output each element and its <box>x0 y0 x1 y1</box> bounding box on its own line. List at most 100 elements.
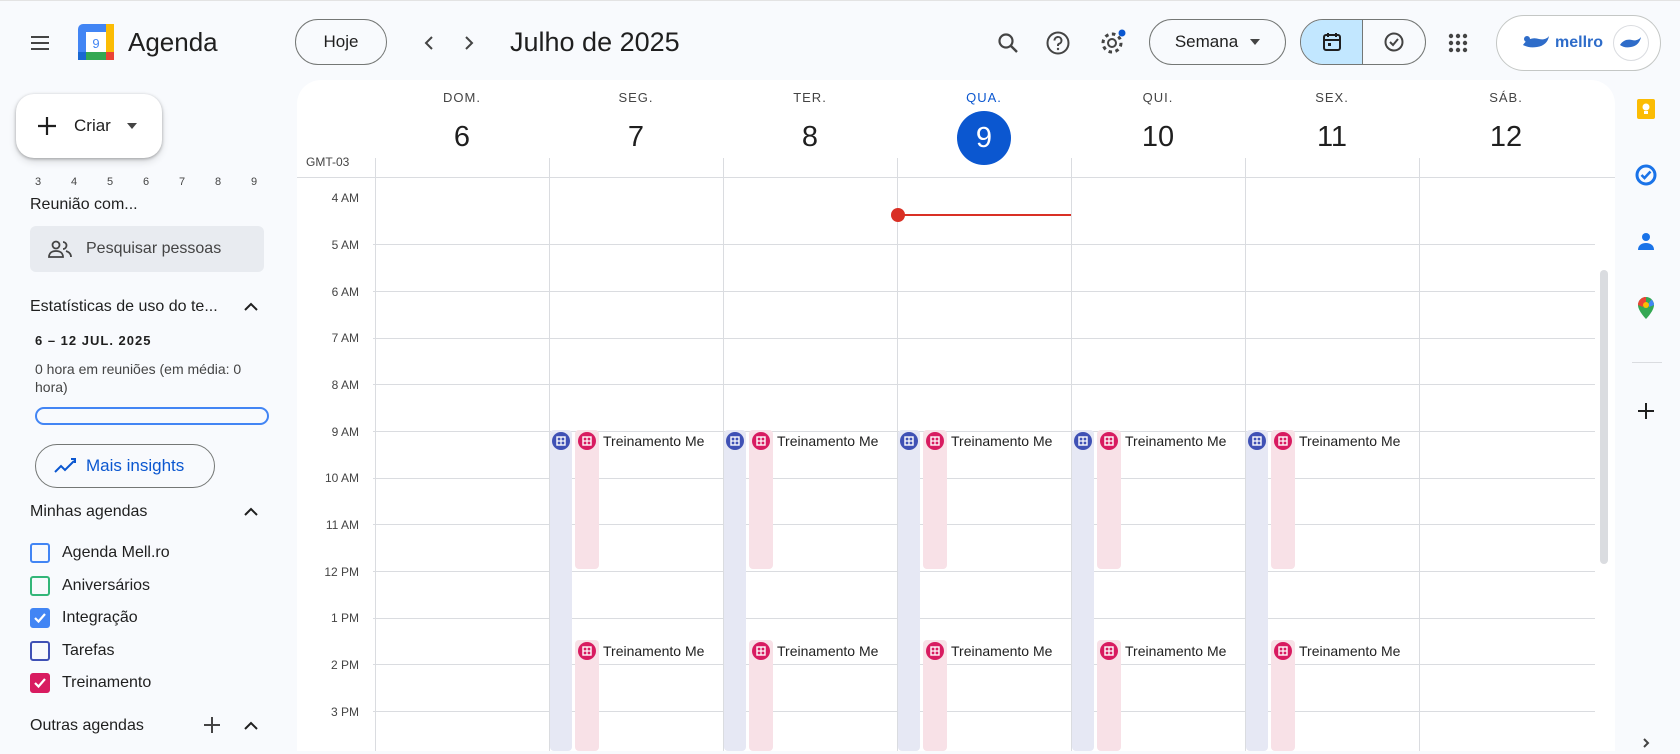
calendar-view-button[interactable] <box>1301 20 1363 64</box>
day-header-fri[interactable]: SEX. 11 <box>1245 90 1419 163</box>
hour-label: 12 PM <box>324 565 359 579</box>
calendar-item-aniversarios[interactable]: Aniversários <box>30 576 150 596</box>
calendar-item-treinamento[interactable]: Treinamento <box>30 673 151 693</box>
settings-gear-icon[interactable] <box>1090 21 1134 65</box>
chevron-right-icon[interactable] <box>446 21 490 65</box>
checkbox[interactable] <box>30 608 50 628</box>
day-number[interactable]: 6 <box>375 111 549 163</box>
day-header-wed[interactable]: QUA. 9 <box>897 90 1071 165</box>
event-title[interactable]: Treinamento Me <box>777 433 885 449</box>
day-header-thu[interactable]: QUI. 10 <box>1071 90 1245 163</box>
event-title[interactable]: Treinamento Me <box>1299 643 1407 659</box>
stats-text: 0 hora em reuniões (em média: 0 hora) <box>35 361 242 395</box>
mini-calendar-day[interactable]: 8 <box>200 176 236 188</box>
event-title[interactable]: Treinamento Me <box>951 643 1059 659</box>
add-calendar-plus-icon[interactable] <box>201 714 223 741</box>
mini-calendar-day[interactable]: 4 <box>56 176 92 188</box>
day-header-sun[interactable]: DOM. 6 <box>375 90 549 163</box>
people-icon <box>48 240 72 258</box>
tasks-icon[interactable] <box>1635 164 1657 191</box>
day-number[interactable]: 11 <box>1245 111 1419 163</box>
day-number-today[interactable]: 9 <box>957 111 1011 165</box>
chevron-up-icon[interactable] <box>240 715 262 742</box>
mini-calendar-day[interactable]: 9 <box>236 176 272 188</box>
mini-calendar-day[interactable]: 3 <box>20 176 56 188</box>
maps-icon[interactable] <box>1635 296 1657 325</box>
day-number[interactable]: 10 <box>1071 111 1245 163</box>
day-number[interactable]: 12 <box>1419 111 1593 163</box>
account-brand-label: mellro <box>1555 34 1604 51</box>
hour-label: 5 AM <box>331 238 359 252</box>
integration-event-block[interactable] <box>898 430 920 751</box>
training-event-block[interactable] <box>749 430 773 569</box>
training-event-block[interactable] <box>1097 430 1121 569</box>
hour-label: 10 AM <box>324 471 359 485</box>
hour-line <box>373 291 1595 292</box>
event-title[interactable]: Treinamento Me <box>951 433 1059 449</box>
event-title[interactable]: Treinamento Me <box>1125 643 1233 659</box>
view-selector[interactable]: Semana <box>1149 19 1286 65</box>
scrollbar[interactable] <box>1600 270 1608 564</box>
chevron-up-icon[interactable] <box>240 296 262 323</box>
checkbox[interactable] <box>30 543 50 563</box>
search-people-input[interactable]: Pesquisar pessoas <box>30 226 264 272</box>
today-button[interactable]: Hoje <box>295 19 387 65</box>
day-header-tue[interactable]: TER. 8 <box>723 90 897 163</box>
integration-event-icon <box>726 432 744 450</box>
calendar-item-integracao[interactable]: Integração <box>30 608 138 628</box>
keep-icon[interactable] <box>1635 98 1657 125</box>
day-number[interactable]: 7 <box>549 111 723 163</box>
expand-panel-chevron-icon[interactable] <box>1640 736 1652 754</box>
training-event-icon <box>578 642 596 660</box>
mini-calendar-day[interactable]: 7 <box>164 176 200 188</box>
hour-label: 8 AM <box>331 378 359 392</box>
more-insights-button[interactable]: Mais insights <box>35 444 215 488</box>
checkbox[interactable] <box>30 641 50 661</box>
contacts-icon[interactable] <box>1635 230 1657 257</box>
calendar-item-agenda-mellro[interactable]: Agenda Mell.ro <box>30 543 170 563</box>
integration-event-block[interactable] <box>1246 430 1268 751</box>
day-header-sat[interactable]: SÁB. 12 <box>1419 90 1593 163</box>
mini-calendar-day[interactable]: 5 <box>92 176 128 188</box>
integration-event-block[interactable] <box>724 430 746 751</box>
stats-title: Estatísticas de uso do te... <box>30 298 218 315</box>
hour-label: 11 AM <box>325 518 359 532</box>
calendar-item-tarefas[interactable]: Tarefas <box>30 641 114 661</box>
event-title[interactable]: Treinamento Me <box>777 643 885 659</box>
integration-event-icon <box>552 432 570 450</box>
apps-grid-icon[interactable] <box>1436 21 1480 65</box>
event-title[interactable]: Treinamento Me <box>603 643 711 659</box>
day-header-mon[interactable]: SEG. 7 <box>549 90 723 163</box>
event-title[interactable]: Treinamento Me <box>1299 433 1407 449</box>
checkbox[interactable] <box>30 576 50 596</box>
event-title[interactable]: Treinamento Me <box>603 433 711 449</box>
chevron-up-icon[interactable] <box>240 501 262 528</box>
help-icon[interactable] <box>1036 21 1080 65</box>
create-button[interactable]: Criar <box>16 94 162 158</box>
training-event-icon <box>1274 432 1292 450</box>
avatar-logo-icon <box>1620 37 1642 48</box>
training-event-icon <box>578 432 596 450</box>
training-event-block[interactable] <box>575 430 599 569</box>
training-event-block[interactable] <box>1271 430 1295 569</box>
account-button[interactable]: mellro <box>1496 15 1661 71</box>
day-column-divider <box>375 158 376 751</box>
add-addon-plus-icon[interactable] <box>1635 400 1657 427</box>
search-icon[interactable] <box>986 21 1030 65</box>
training-event-block[interactable] <box>923 430 947 569</box>
integration-event-block[interactable] <box>550 430 572 751</box>
tasks-view-button[interactable] <box>1363 20 1425 64</box>
event-title[interactable]: Treinamento Me <box>1125 433 1233 449</box>
training-event-icon <box>926 432 944 450</box>
timezone-label: GMT-03 <box>306 155 350 169</box>
training-event-icon <box>926 642 944 660</box>
checkbox[interactable] <box>30 673 50 693</box>
hour-label: 6 AM <box>331 285 359 299</box>
hour-label: 9 AM <box>331 425 359 439</box>
integration-event-icon <box>900 432 918 450</box>
mini-calendar-day[interactable]: 6 <box>128 176 164 188</box>
main-menu-icon[interactable] <box>18 21 62 65</box>
hour-label: 1 PM <box>330 611 359 625</box>
integration-event-block[interactable] <box>1072 430 1094 751</box>
day-number[interactable]: 8 <box>723 111 897 163</box>
